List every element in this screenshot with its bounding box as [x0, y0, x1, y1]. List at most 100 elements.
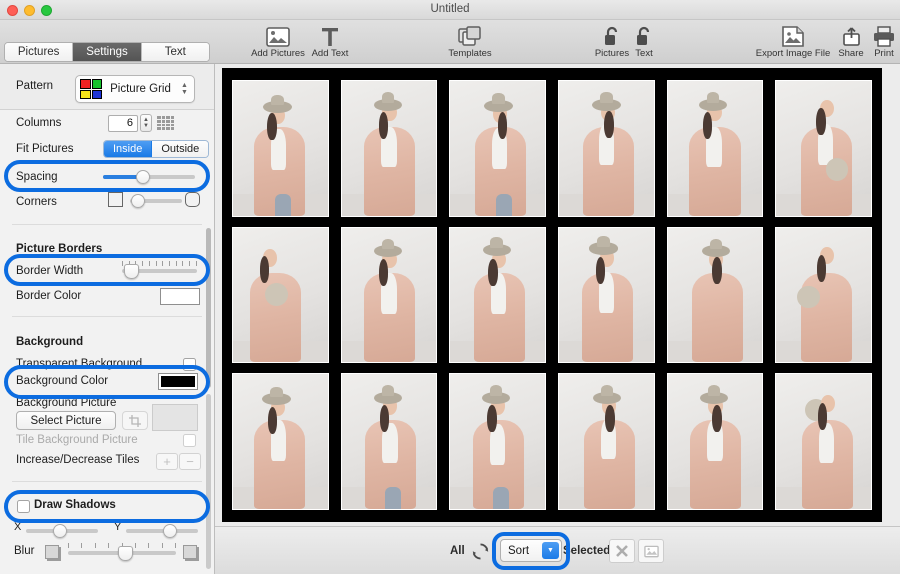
photo-cell[interactable] [340, 80, 438, 217]
tiles-label: Increase/Decrease Tiles [16, 454, 140, 466]
slider-knob[interactable] [131, 194, 146, 208]
sidebar-scrollbar-track[interactable] [206, 394, 211, 569]
photo-cell[interactable] [449, 226, 546, 364]
photo-cell[interactable] [232, 373, 329, 510]
border-width-slider[interactable] [122, 261, 197, 280]
sidebar-tab-group: Pictures Settings Text [4, 42, 210, 62]
blur-label: Blur [14, 545, 35, 557]
tile-background-checkbox[interactable] [183, 434, 196, 447]
photo-cell[interactable] [449, 80, 546, 217]
tab-pictures[interactable]: Pictures [5, 43, 74, 61]
square-corner-icon [108, 192, 123, 207]
fit-pictures-label: Fit Pictures [16, 143, 74, 155]
photo-cell[interactable] [775, 226, 872, 364]
photo-cell[interactable] [340, 373, 438, 510]
toolbar-lock-text[interactable]: Text [612, 22, 676, 59]
toolbar-export-image-file[interactable]: Export Image File [756, 22, 830, 59]
background-heading: Background [16, 336, 84, 348]
picture-borders-heading: Picture Borders [16, 243, 103, 255]
picture-icon [266, 22, 290, 47]
shadow-x-slider[interactable] [26, 522, 98, 540]
toolbar-templates[interactable]: Templates [438, 22, 502, 59]
toolbar-add-text[interactable]: Add Text [298, 22, 362, 59]
photo-cell[interactable] [775, 80, 872, 217]
border-color-label: Border Color [16, 290, 82, 302]
photo-cell[interactable] [557, 373, 655, 510]
columns-stepper[interactable]: ▲ ▼ [140, 114, 152, 132]
printer-icon [873, 22, 895, 47]
columns-input[interactable]: 6 [108, 115, 138, 132]
close-x-icon[interactable] [609, 539, 635, 563]
transparent-background-checkbox[interactable] [183, 358, 196, 371]
toolbar-label: Text [635, 48, 653, 59]
slider-knob[interactable] [136, 170, 151, 184]
background-picture-well[interactable] [152, 404, 198, 431]
divider [12, 224, 202, 225]
fit-inside-option[interactable]: Inside [104, 141, 153, 157]
rounded-corner-icon [185, 192, 200, 207]
corners-label: Corners [16, 196, 57, 208]
pattern-swatch-icon [80, 79, 102, 99]
increase-tiles-button[interactable]: + [156, 453, 178, 470]
photo-cell[interactable] [666, 80, 764, 217]
photo-cell[interactable] [666, 226, 764, 364]
photo-cell[interactable] [557, 226, 655, 364]
background-color-label: Background Color [16, 375, 109, 387]
collage-canvas[interactable] [222, 68, 882, 522]
tab-text[interactable]: Text [141, 43, 209, 61]
blur-slider[interactable] [68, 543, 176, 562]
crop-icon[interactable] [122, 411, 148, 430]
pattern-label: Pattern [16, 80, 54, 92]
sort-label: Sort [508, 544, 530, 557]
decrease-tiles-button[interactable]: − [179, 453, 201, 470]
sidebar-scrollbar[interactable] [206, 228, 211, 388]
replace-image-icon[interactable] [638, 539, 664, 563]
photo-cell[interactable] [666, 373, 764, 510]
corners-slider[interactable] [130, 192, 182, 210]
fit-outside-option[interactable]: Outside [152, 141, 209, 157]
all-label: All [450, 545, 465, 557]
slider-knob[interactable] [163, 524, 178, 538]
pattern-popup-button[interactable]: Picture Grid ▲ ▼ [75, 75, 195, 103]
photo-cell[interactable] [232, 226, 329, 364]
border-color-well[interactable] [160, 288, 200, 305]
text-t-icon [320, 22, 340, 47]
fit-pictures-segmented: Inside Outside [103, 140, 210, 158]
slider-knob[interactable] [117, 546, 133, 561]
blur-low-icon [45, 545, 59, 559]
chevron-updown-icon: ▲ ▼ [181, 82, 188, 96]
draw-shadows-checkbox[interactable] [17, 500, 30, 513]
divider [12, 316, 202, 317]
select-picture-button[interactable]: Select Picture [16, 411, 116, 430]
photo-cell[interactable] [340, 226, 438, 364]
window-title: Untitled [430, 3, 470, 15]
title-bar: Untitled [0, 0, 900, 20]
sort-dropdown[interactable]: Sort ▼ [500, 539, 562, 562]
divider [12, 481, 202, 482]
photo-cell[interactable] [775, 373, 872, 510]
templates-icon [458, 22, 482, 47]
toolbar-print[interactable]: Print [852, 22, 900, 59]
border-width-label: Border Width [16, 265, 84, 277]
photo-cell[interactable] [557, 80, 655, 217]
canvas-area [215, 64, 900, 526]
columns-label: Columns [16, 117, 62, 129]
shuffle-icon[interactable] [468, 539, 492, 563]
grid-layout-icon[interactable] [157, 116, 174, 130]
pattern-value: Picture Grid [110, 83, 171, 95]
toolbar-label: Templates [448, 48, 492, 59]
shadow-y-label: Y [114, 521, 122, 533]
export-image-icon [781, 22, 806, 47]
background-color-well[interactable] [158, 373, 198, 390]
slider-knob[interactable] [124, 264, 140, 279]
slider-knob[interactable] [53, 524, 68, 538]
spacing-slider[interactable] [103, 168, 195, 186]
draw-shadows-label: Draw Shadows [34, 499, 116, 511]
tab-settings[interactable]: Settings [73, 43, 142, 61]
toolbar-label: Add Text [311, 48, 349, 59]
photo-cell[interactable] [449, 373, 546, 510]
photo-cell[interactable] [232, 80, 329, 217]
shadow-y-slider[interactable] [126, 522, 198, 540]
spacing-label: Spacing [16, 171, 58, 183]
chevron-down-icon[interactable]: ▼ [542, 542, 559, 559]
